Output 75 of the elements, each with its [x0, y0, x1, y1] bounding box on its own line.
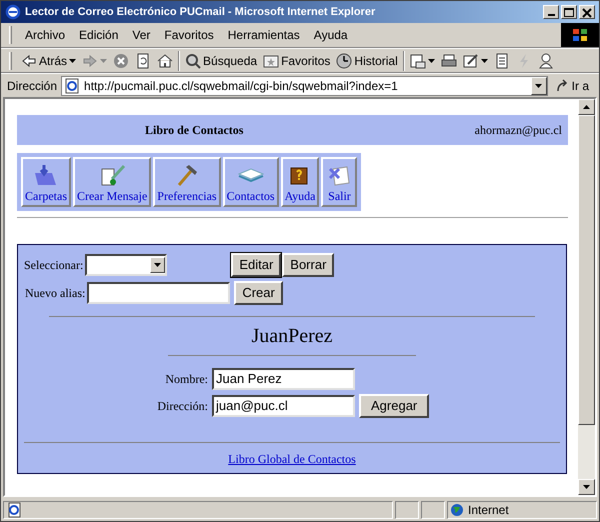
forward-arrow-icon	[82, 52, 98, 68]
edit-button[interactable]: Editar	[231, 253, 282, 277]
page-logo-icon	[64, 78, 80, 94]
home-icon	[157, 52, 174, 68]
address-field[interactable]: http://pucmail.puc.cl/sqwebmail/cgi-bin/sqwebmail?index=1	[61, 76, 548, 96]
select-label: Seleccionar:	[24, 257, 84, 274]
scrollbar[interactable]	[578, 99, 595, 495]
zone-label: Internet	[468, 502, 509, 519]
close-icon	[580, 6, 594, 18]
menu-item[interactable]: Favoritos	[157, 26, 221, 44]
up-arrow-icon	[583, 105, 590, 109]
scroll-thumb[interactable]	[578, 115, 595, 425]
alias-label: Nuevo alias:	[25, 285, 86, 302]
page-logo-icon	[6, 502, 22, 518]
globe-icon	[450, 503, 464, 517]
text-field[interactable]: juan@puc.cl	[212, 395, 355, 417]
maximize-button[interactable]	[561, 5, 577, 19]
toolbar-button[interactable]: Favoritos	[260, 50, 334, 72]
refresh-icon	[135, 52, 152, 68]
nav-button[interactable]: Ayuda	[280, 157, 320, 207]
field-label: Dirección:	[156, 398, 209, 415]
select-dropdown-button[interactable]	[150, 257, 166, 273]
toolbar-button[interactable]: Historial	[333, 50, 401, 72]
nav-button[interactable]: Salir	[321, 157, 358, 207]
windows-flag-icon	[572, 28, 588, 42]
minimize-icon	[548, 14, 554, 16]
create-button[interactable]: Crear	[234, 281, 283, 305]
user-email: ahormazn@puc.cl	[474, 122, 562, 139]
status-panel	[421, 501, 445, 519]
down-arrow-icon	[583, 485, 590, 489]
maximize-icon	[562, 6, 576, 18]
window-title: Lector de Correo Electrónico PUCmail - Microsoft Internet Explorer	[25, 4, 376, 20]
contact-select[interactable]	[85, 254, 168, 276]
go-button[interactable]: Ir a	[552, 76, 593, 94]
toolbar-button[interactable]: Búsqueda	[182, 50, 260, 72]
status-panel	[395, 501, 419, 519]
stop-icon	[113, 52, 130, 68]
text-field[interactable]: Juan Perez	[212, 368, 355, 390]
document-icon	[494, 52, 510, 68]
dropdown-arrow-icon	[154, 263, 162, 267]
delete-button[interactable]: Borrar	[282, 253, 334, 277]
nav-button[interactable]: Crear Mensaje	[72, 157, 152, 207]
person-icon	[538, 52, 554, 68]
clock-icon	[336, 52, 352, 68]
edit-icon	[462, 52, 479, 68]
scroll-down-button[interactable]	[578, 479, 595, 495]
menu-item[interactable]: Herramientas	[220, 26, 307, 44]
address-text: http://pucmail.puc.cl/sqwebmail/cgi-bin/sqwebmail?index=1	[84, 78, 398, 94]
menu-item[interactable]: Edición	[72, 26, 126, 44]
printer-icon	[440, 52, 457, 68]
nav-button[interactable]: Contactos	[222, 157, 279, 207]
search-icon	[185, 52, 202, 68]
menu-item[interactable]: Archivo	[18, 26, 72, 44]
add-button[interactable]: Agregar	[359, 394, 430, 418]
nav-button[interactable]: Carpetas	[21, 157, 71, 207]
close-button[interactable]	[579, 5, 595, 19]
open-book-icon	[238, 168, 264, 182]
address-dropdown-button[interactable]	[530, 76, 547, 94]
toolbar-button[interactable]: Atrás	[18, 50, 80, 72]
star-folder-icon	[263, 52, 280, 68]
alias-field[interactable]	[87, 282, 230, 304]
address-label: Dirección	[7, 78, 58, 94]
dropdown-arrow-icon	[535, 84, 542, 88]
scroll-up-button[interactable]	[578, 99, 595, 115]
minimize-button[interactable]	[543, 5, 559, 19]
global-contacts-link[interactable]: Libro Global de Contactos	[228, 452, 356, 466]
contact-name: JuanPerez	[250, 324, 334, 349]
nav-button[interactable]: Preferencias	[153, 157, 221, 207]
field-label: Nombre:	[164, 371, 209, 388]
page-title: Libro de Contactos	[145, 122, 244, 139]
menu-item[interactable]: Ayuda	[306, 26, 355, 44]
back-arrow-icon	[21, 52, 37, 68]
curved-arrow-icon	[556, 78, 570, 92]
browser-logo-icon	[5, 4, 21, 20]
menu-item[interactable]: Ver	[125, 26, 158, 44]
